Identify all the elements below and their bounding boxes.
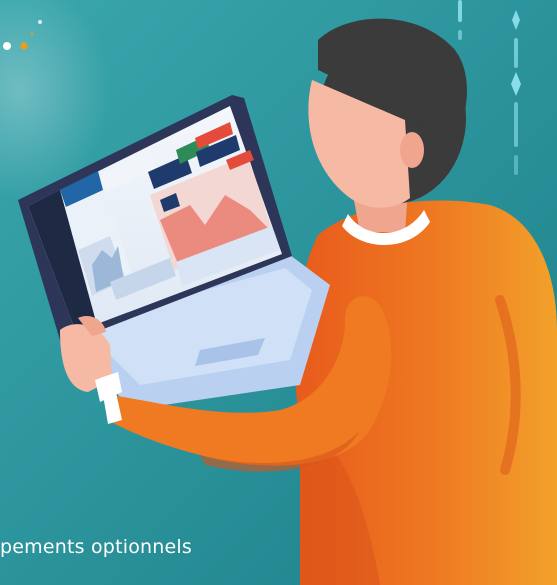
- illustration-art: [0, 0, 557, 585]
- illustration-scene: pements optionnels: [0, 0, 557, 585]
- caption-text: pements optionnels: [0, 536, 192, 558]
- person-head: [308, 18, 467, 208]
